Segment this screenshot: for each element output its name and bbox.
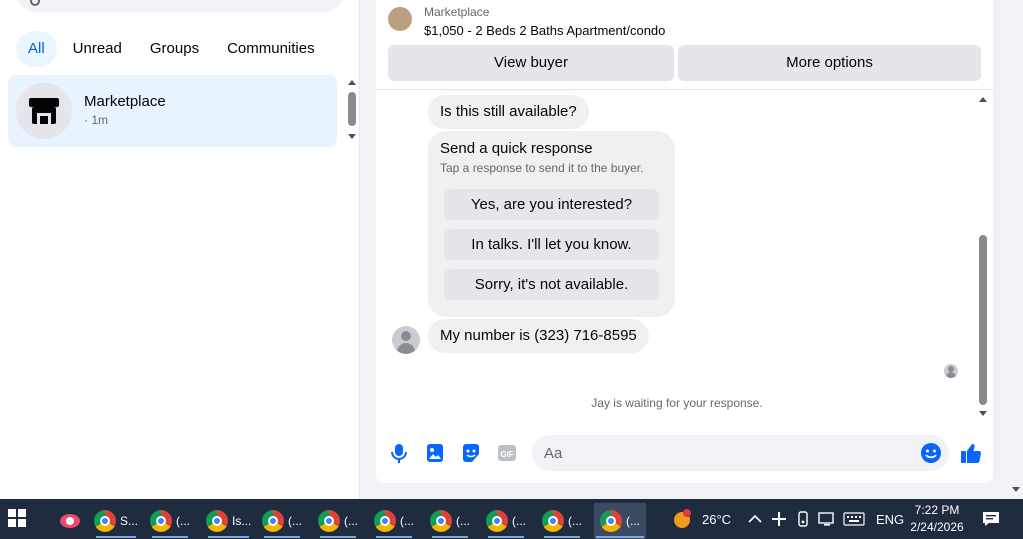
listing-header: Marketplace $1,050 - 2 Beds 2 Baths Apar… [376, 0, 993, 90]
system-clock[interactable]: 7:22 PM 2/24/2026 [905, 502, 969, 536]
scroll-up-icon[interactable] [979, 97, 987, 102]
store-icon [16, 83, 72, 139]
keyboard-icon[interactable] [843, 499, 865, 539]
display-icon[interactable] [818, 499, 836, 539]
scroll-thumb[interactable] [979, 235, 987, 405]
taskbar-app-label: (... [568, 514, 582, 528]
listing-source: Marketplace [424, 5, 490, 19]
weather-temp: 26°C [702, 511, 732, 527]
taskbar-app-label: Is... [232, 514, 252, 528]
search-icon [30, 0, 40, 6]
taskbar-app-label: (... [400, 514, 414, 528]
filter-tabs: All Unread Groups Communities [16, 31, 327, 67]
taskbar-chrome-window[interactable]: Is... [206, 503, 251, 539]
taskbar-chrome-window[interactable]: (... [150, 503, 190, 539]
filter-groups[interactable]: Groups [138, 31, 211, 67]
tray-overflow-icon[interactable] [748, 499, 762, 539]
quick-response-subtext: Tap a response to send it to the buyer. [440, 161, 644, 175]
more-options-button[interactable]: More options [678, 45, 981, 81]
snipping-tool-icon[interactable] [58, 503, 82, 539]
chrome-icon [206, 510, 228, 532]
view-buyer-button[interactable]: View buyer [388, 45, 674, 81]
quick-response-card: Send a quick response Tap a response to … [428, 131, 675, 317]
chrome-icon [94, 510, 116, 532]
message-bubble: My number is (323) 716-8595 [428, 319, 649, 353]
conversation-scrollbar[interactable] [976, 95, 990, 421]
chrome-icon [374, 510, 396, 532]
scroll-thumb[interactable] [348, 92, 356, 126]
conversation-panel: Marketplace $1,050 - 2 Beds 2 Baths Apar… [376, 0, 993, 483]
language-indicator[interactable]: ENG [876, 499, 904, 539]
taskbar-chrome-window[interactable]: (... [542, 503, 582, 539]
svg-text:GIF: GIF [500, 450, 513, 459]
search-input[interactable] [16, 0, 344, 12]
taskbar-chrome-window[interactable]: (... [374, 503, 414, 539]
listing-title[interactable]: $1,050 - 2 Beds 2 Baths Apartment/condo [424, 23, 665, 38]
taskbar-app-label: (... [512, 514, 526, 528]
thread-timestamp: · 1m [84, 113, 108, 127]
composer: GIF [376, 433, 993, 473]
taskbar-app-label: S... [120, 514, 139, 528]
taskbar-app-label: (... [456, 514, 470, 528]
image-icon[interactable] [424, 442, 446, 464]
windows-taskbar: S... (... Is... (... (... (... (... (...… [0, 499, 1023, 539]
taskbar-chrome-window-active[interactable]: (... [594, 503, 646, 539]
scroll-down-icon[interactable] [348, 134, 356, 139]
microphone-icon[interactable] [388, 442, 410, 464]
scroll-up-icon[interactable] [348, 80, 356, 85]
like-icon[interactable] [960, 442, 982, 464]
app-window: All Unread Groups Communities Marketplac… [0, 0, 1023, 539]
taskbar-app-label: (... [288, 514, 302, 528]
chrome-icon [318, 510, 340, 532]
seen-avatar-icon [944, 364, 958, 378]
scroll-down-icon[interactable] [979, 411, 987, 416]
weather-widget[interactable]: 26°C [670, 499, 731, 539]
listing-thumbnail[interactable] [388, 7, 412, 31]
message-input[interactable] [532, 435, 949, 471]
taskbar-chrome-window[interactable]: S... [94, 503, 138, 539]
chrome-icon [486, 510, 508, 532]
bluetooth-icon[interactable] [796, 499, 810, 539]
add-icon[interactable] [771, 499, 787, 539]
taskbar-chrome-window[interactable]: (... [486, 503, 526, 539]
clock-time: 7:22 PM [914, 503, 960, 517]
waiting-status: Jay is waiting for your response. [591, 396, 763, 410]
page-scroll-down-icon[interactable] [1012, 487, 1020, 492]
quick-response-option[interactable]: Yes, are you interested? [444, 189, 659, 220]
filter-communities[interactable]: Communities [215, 31, 327, 67]
message-bubble: Is this still available? [428, 95, 589, 129]
filter-all[interactable]: All [16, 31, 57, 67]
chrome-icon [262, 510, 284, 532]
quick-response-option[interactable]: Sorry, it's not available. [444, 269, 659, 300]
chrome-icon [600, 510, 622, 532]
quick-response-option[interactable]: In talks. I'll let you know. [444, 229, 659, 260]
filter-unread[interactable]: Unread [61, 31, 134, 67]
taskbar-chrome-window[interactable]: (... [262, 503, 302, 539]
chrome-icon [542, 510, 564, 532]
chrome-icon [150, 510, 172, 532]
sticker-icon[interactable] [460, 442, 482, 464]
taskbar-chrome-window[interactable]: (... [430, 503, 470, 539]
notifications-icon[interactable] [982, 499, 1000, 539]
clock-date: 2/24/2026 [910, 520, 964, 534]
weather-icon [674, 509, 691, 528]
thread-name: Marketplace [84, 93, 166, 110]
start-button[interactable] [8, 509, 30, 531]
quick-response-heading: Send a quick response [440, 140, 593, 157]
thread-list-scrollbar[interactable] [345, 78, 359, 144]
taskbar-chrome-window[interactable]: (... [318, 503, 358, 539]
taskbar-app-label: (... [344, 514, 358, 528]
chat-list-panel: All Unread Groups Communities Marketplac… [0, 0, 360, 499]
gif-icon[interactable]: GIF [496, 442, 518, 464]
sender-avatar[interactable] [392, 326, 420, 354]
taskbar-app-label: (... [626, 514, 640, 528]
emoji-icon[interactable] [920, 442, 942, 464]
thread-item-marketplace[interactable]: Marketplace · 1m [8, 75, 337, 147]
taskbar-app-label: (... [176, 514, 190, 528]
chrome-icon [430, 510, 452, 532]
message-list: Is this still available? Send a quick re… [376, 91, 993, 421]
